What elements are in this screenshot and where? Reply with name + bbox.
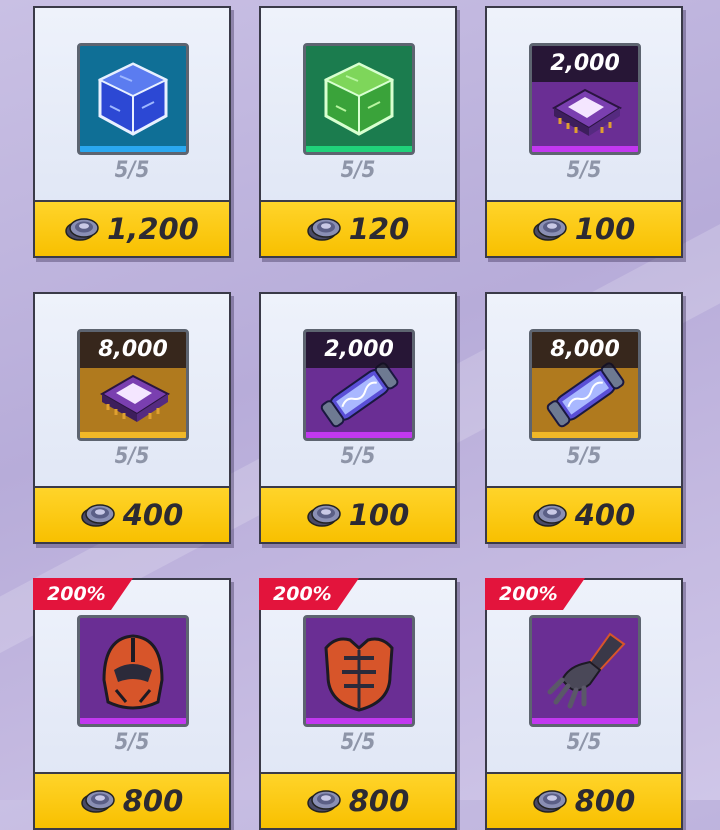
rarity-bar [532, 432, 638, 438]
shop-item-blue-cube[interactable]: 5/5 1,200 [33, 6, 231, 258]
price-value: 800 [574, 784, 636, 818]
coin-icon [532, 218, 567, 241]
stock-count: 5/5 [566, 444, 602, 469]
price-button[interactable]: 1,200 [35, 200, 229, 256]
bonus-badge: 200% [259, 578, 359, 610]
bonus-badge: 200% [485, 578, 585, 610]
price-button[interactable]: 400 [487, 486, 681, 542]
item-amount: 2,000 [306, 332, 412, 368]
price-button[interactable]: 800 [261, 772, 455, 828]
bonus-badge: 200% [33, 578, 133, 610]
item-amount: 8,000 [532, 332, 638, 368]
coin-icon [532, 790, 567, 813]
item-frame: 8,000 [529, 329, 641, 441]
item-frame [303, 615, 415, 727]
coin-icon [65, 218, 99, 241]
price-button[interactable]: 400 [35, 486, 229, 542]
price-button[interactable]: 800 [487, 772, 681, 828]
shop-item-chest-armor[interactable]: 200% 5/5 800 [259, 578, 457, 830]
price-button[interactable]: 100 [487, 200, 681, 256]
item-amount: 2,000 [532, 46, 638, 82]
item-amount: 8,000 [80, 332, 186, 368]
coin-icon [306, 790, 341, 813]
stock-count: 5/5 [114, 444, 150, 469]
stock-count: 5/5 [566, 158, 602, 183]
price-value: 800 [348, 784, 410, 818]
rarity-bar [80, 432, 186, 438]
shop-item-green-cube[interactable]: 5/5 120 [259, 6, 457, 258]
price-value: 800 [122, 784, 184, 818]
rarity-bar [532, 146, 638, 152]
shop-grid: 5/5 1,200 5/5 120 2,000 5/5 100 8,000 5/… [0, 0, 720, 830]
price-value: 120 [348, 212, 410, 246]
shop-item-purple-chip[interactable]: 2,000 5/5 100 [485, 6, 683, 258]
price-value: 1,200 [107, 212, 199, 246]
item-frame [303, 43, 415, 155]
shop-item-gauntlet[interactable]: 200% 5/5 800 [485, 578, 683, 830]
item-frame [77, 43, 189, 155]
rarity-bar [80, 718, 186, 724]
stock-count: 5/5 [340, 158, 376, 183]
coin-icon [80, 504, 115, 527]
stock-count: 5/5 [340, 444, 376, 469]
coin-icon [306, 504, 341, 527]
price-value: 400 [122, 498, 184, 532]
price-value: 100 [348, 498, 410, 532]
rarity-bar [80, 146, 186, 152]
coin-icon [306, 218, 341, 241]
stock-count: 5/5 [340, 730, 376, 755]
rarity-bar [306, 146, 412, 152]
item-frame: 2,000 [529, 43, 641, 155]
rarity-bar [532, 718, 638, 724]
stock-count: 5/5 [114, 158, 150, 183]
price-button[interactable]: 100 [261, 486, 455, 542]
item-frame: 2,000 [303, 329, 415, 441]
rarity-bar [306, 718, 412, 724]
price-value: 100 [574, 212, 636, 246]
price-button[interactable]: 800 [35, 772, 229, 828]
price-value: 400 [574, 498, 636, 532]
price-button[interactable]: 120 [261, 200, 455, 256]
coin-icon [532, 504, 567, 527]
shop-item-helmet[interactable]: 200% 5/5 800 [33, 578, 231, 830]
item-frame [77, 615, 189, 727]
item-frame [529, 615, 641, 727]
shop-item-purple-canister[interactable]: 2,000 5/5 100 [259, 292, 457, 544]
coin-icon [80, 790, 115, 813]
stock-count: 5/5 [566, 730, 602, 755]
shop-item-gold-chip[interactable]: 8,000 5/5 400 [33, 292, 231, 544]
stock-count: 5/5 [114, 730, 150, 755]
item-frame: 8,000 [77, 329, 189, 441]
shop-item-gold-canister[interactable]: 8,000 5/5 400 [485, 292, 683, 544]
rarity-bar [306, 432, 412, 438]
